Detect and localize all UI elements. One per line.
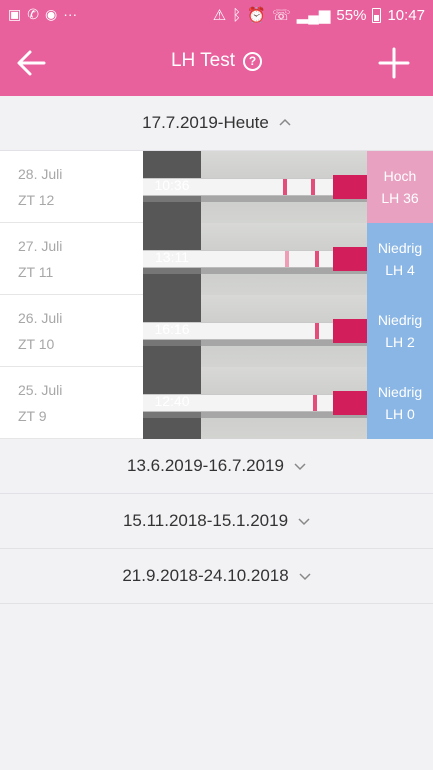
group-label: 21.9.2018-24.10.2018 [122,566,289,585]
result-lh: LH 4 [385,262,415,278]
status-bar: ▣ ✆ ◉ ··· ⚠ ᛒ ⏰ ☏ ▂▄▆ 55% 10:47 [0,0,433,30]
test-row[interactable]: 26. Juli ZT 10 16:16 Niedrig LH 2 [0,295,433,367]
bluetooth-icon: ᛒ [232,6,242,24]
test-row[interactable]: 25. Juli ZT 9 12:40 Niedrig LH 0 [0,367,433,439]
result-badge: Hoch LH 36 [367,151,433,223]
test-row[interactable]: 28. Juli ZT 12 10:36 Hoch LH 36 [0,151,433,223]
test-strip-photo: 10:36 [143,151,367,223]
app-bar: LH Test ? [0,30,433,96]
more-icon: ··· [63,6,78,22]
row-date: 27. Juli [18,238,63,254]
row-cycle-day: ZT 11 [18,264,54,280]
result-level: Hoch [383,168,417,184]
gallery-icon: ▣ [8,6,22,22]
row-time: 10:36 [154,177,190,193]
system-icons: ⚠ ᛒ ⏰ ☏ ▂▄▆ 55% 10:47 [212,6,425,25]
test-strip-photo: 16:16 [143,295,367,367]
result-badge: Niedrig LH 0 [367,367,433,439]
result-level: Niedrig [377,240,423,256]
help-icon[interactable]: ? [243,51,263,71]
battery-icon [372,7,382,23]
group-label: 13.6.2019-16.7.2019 [127,456,284,475]
result-lh: LH 2 [385,334,415,350]
notification-icons: ▣ ✆ ◉ ··· [8,6,77,22]
clock: 10:47 [387,6,425,24]
test-row[interactable]: 27. Juli ZT 11 13:11 Niedrig LH 4 [0,223,433,295]
group-label: 17.7.2019-Heute [142,113,269,132]
group-header-collapsed[interactable]: 13.6.2019-16.7.2019 [0,439,433,494]
row-time: 13:11 [155,249,189,265]
wifi-call-icon: ☏ [271,7,291,24]
group-header-current[interactable]: 17.7.2019-Heute [0,96,433,151]
test-strip-photo: 13:11 [143,223,367,295]
group-label: 15.11.2018-15.1.2019 [122,511,289,530]
row-cycle-day: ZT 10 [18,336,55,352]
row-cycle-day: ZT 12 [18,192,55,208]
result-badge: Niedrig LH 4 [367,223,433,295]
result-level: Niedrig [377,384,423,400]
battery-percent: 55% [336,6,367,24]
viber-icon: ✆ [27,6,39,22]
result-lh: LH 0 [385,406,415,422]
row-date: 28. Juli [18,166,63,182]
group-header-collapsed[interactable]: 21.9.2018-24.10.2018 [0,549,433,604]
alert-icon: ⚠ [212,7,227,24]
row-date: 25. Juli [18,382,63,398]
chevron-down-icon [298,518,310,526]
signal-icon: ▂▄▆ [296,7,331,24]
result-level: Niedrig [377,312,423,328]
result-badge: Niedrig LH 2 [367,295,433,367]
row-cycle-day: ZT 9 [18,408,47,424]
result-lh: LH 36 [381,190,419,206]
chevron-up-icon [279,118,291,126]
alarm-icon: ⏰ [247,7,266,24]
row-time: 16:16 [154,321,190,337]
chevron-down-icon [299,573,311,581]
chevron-down-icon [294,463,306,471]
row-date: 26. Juli [18,310,63,326]
row-time: 12:40 [154,393,190,409]
app-icon: ◉ [44,6,58,22]
plus-icon [378,47,410,79]
page-title-wrapper: LH Test ? [0,50,433,72]
group-header-collapsed[interactable]: 15.11.2018-15.1.2019 [0,494,433,549]
test-strip-photo: 12:40 [143,367,367,439]
page-title: LH Test [170,50,236,71]
add-button[interactable] [377,46,411,80]
